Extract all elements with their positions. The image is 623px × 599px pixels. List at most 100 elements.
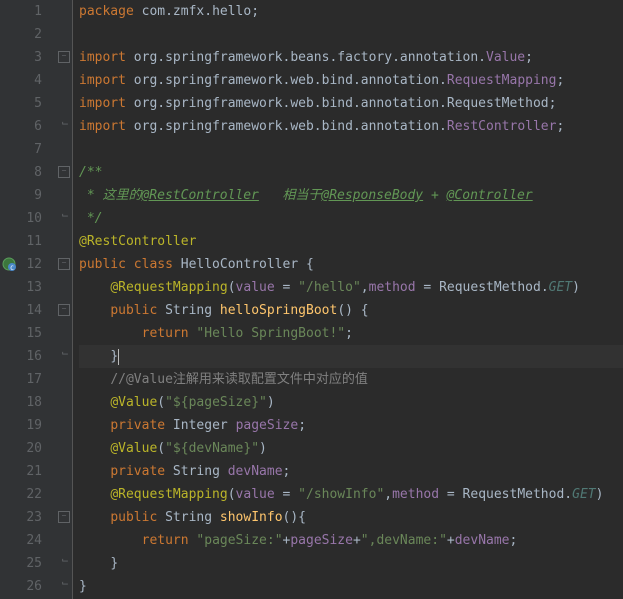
fold-slot [50, 391, 72, 414]
svg-text:C: C [10, 265, 14, 271]
line-number: 8 [24, 161, 42, 184]
gutter-icon-slot [0, 299, 18, 322]
fold-slot [50, 92, 72, 115]
run-class-icon[interactable]: C [2, 257, 16, 271]
gutter-icon-slot [0, 483, 18, 506]
gutter-icon-slot [0, 69, 18, 92]
fold-end-icon: ⌐ [60, 347, 70, 357]
fold-slot [50, 368, 72, 391]
line-number: 6 [24, 115, 42, 138]
fold-slot [50, 437, 72, 460]
code-line[interactable]: return "pageSize:"+pageSize+",devName:"+… [79, 529, 623, 552]
code-line[interactable]: @RequestMapping(value = "/showInfo",meth… [79, 483, 623, 506]
code-line[interactable]: @RequestMapping(value = "/hello",method … [79, 276, 623, 299]
fold-slot [50, 529, 72, 552]
line-number: 19 [24, 414, 42, 437]
line-number: 5 [24, 92, 42, 115]
code-line[interactable]: public String helloSpringBoot() { [79, 299, 623, 322]
fold-collapse-icon[interactable]: − [58, 166, 70, 178]
fold-slot [50, 276, 72, 299]
code-line[interactable]: @Value("${devName}") [79, 437, 623, 460]
fold-slot [50, 138, 72, 161]
gutter-icon-slot [0, 368, 18, 391]
code-line[interactable]: return "Hello SpringBoot!"; [79, 322, 623, 345]
code-line[interactable]: */ [79, 207, 623, 230]
fold-collapse-icon[interactable]: − [58, 51, 70, 63]
code-editor[interactable]: C 12345678910111213141516171819202122232… [0, 0, 623, 599]
gutter-icon-column: C [0, 0, 18, 599]
line-number: 14 [24, 299, 42, 322]
fold-slot [50, 414, 72, 437]
line-number: 1 [24, 0, 42, 23]
gutter-icon-slot [0, 230, 18, 253]
code-line[interactable]: package com.zmfx.hello; [79, 0, 623, 23]
code-line[interactable] [79, 23, 623, 46]
code-line[interactable]: import org.springframework.web.bind.anno… [79, 92, 623, 115]
fold-slot: − [50, 299, 72, 322]
fold-slot [50, 322, 72, 345]
gutter-icon-slot [0, 506, 18, 529]
code-line[interactable]: } [79, 575, 623, 598]
gutter-icon-slot [0, 552, 18, 575]
code-line[interactable]: /** [79, 161, 623, 184]
line-number-gutter: 1234567891011121314151617181920212223242… [18, 0, 50, 599]
code-line[interactable]: import org.springframework.web.bind.anno… [79, 115, 623, 138]
code-line[interactable]: import org.springframework.web.bind.anno… [79, 69, 623, 92]
fold-collapse-icon[interactable]: − [58, 258, 70, 270]
fold-slot: ⌐ [50, 575, 72, 598]
gutter-icon-slot [0, 391, 18, 414]
gutter-icon-slot [0, 414, 18, 437]
code-line[interactable]: import org.springframework.beans.factory… [79, 46, 623, 69]
fold-end-icon: ⌐ [60, 577, 70, 587]
line-number: 4 [24, 69, 42, 92]
fold-slot [50, 483, 72, 506]
gutter-icon-slot [0, 345, 18, 368]
line-number: 26 [24, 575, 42, 598]
gutter-icon-slot [0, 529, 18, 552]
gutter-icon-slot [0, 184, 18, 207]
code-area[interactable]: package com.zmfx.hello; import org.spring… [73, 0, 623, 599]
fold-slot: ⌐ [50, 552, 72, 575]
code-line[interactable]: //@Value注解用来读取配置文件中对应的值 [79, 368, 623, 391]
gutter-icon-slot: C [0, 253, 18, 276]
code-line[interactable]: @Value("${pageSize}") [79, 391, 623, 414]
code-line[interactable]: } [79, 345, 623, 368]
fold-slot [50, 0, 72, 23]
line-number: 15 [24, 322, 42, 345]
fold-slot: ⌐ [50, 115, 72, 138]
gutter-icon-slot [0, 46, 18, 69]
line-number: 16 [24, 345, 42, 368]
fold-slot [50, 23, 72, 46]
fold-collapse-icon[interactable]: − [58, 511, 70, 523]
fold-slot: − [50, 506, 72, 529]
line-number: 24 [24, 529, 42, 552]
code-line[interactable]: public String showInfo(){ [79, 506, 623, 529]
fold-slot: ⌐ [50, 207, 72, 230]
gutter-icon-slot [0, 437, 18, 460]
code-line[interactable]: @RestController [79, 230, 623, 253]
line-number: 18 [24, 391, 42, 414]
code-line[interactable]: public class HelloController { [79, 253, 623, 276]
code-line[interactable]: } [79, 552, 623, 575]
code-line[interactable] [79, 138, 623, 161]
fold-slot [50, 69, 72, 92]
fold-slot: − [50, 46, 72, 69]
gutter-icon-slot [0, 161, 18, 184]
gutter-icon-slot [0, 322, 18, 345]
fold-collapse-icon[interactable]: − [58, 304, 70, 316]
fold-slot: − [50, 253, 72, 276]
code-line[interactable]: private String devName; [79, 460, 623, 483]
code-line[interactable]: * 这里的@RestController 相当于@ResponseBody + … [79, 184, 623, 207]
gutter-icon-slot [0, 0, 18, 23]
fold-end-icon: ⌐ [60, 209, 70, 219]
fold-slot [50, 184, 72, 207]
line-number: 9 [24, 184, 42, 207]
code-line[interactable]: private Integer pageSize; [79, 414, 623, 437]
line-number: 25 [24, 552, 42, 575]
line-number: 10 [24, 207, 42, 230]
fold-end-icon: ⌐ [60, 554, 70, 564]
line-number: 7 [24, 138, 42, 161]
line-number: 22 [24, 483, 42, 506]
fold-slot [50, 230, 72, 253]
line-number: 20 [24, 437, 42, 460]
